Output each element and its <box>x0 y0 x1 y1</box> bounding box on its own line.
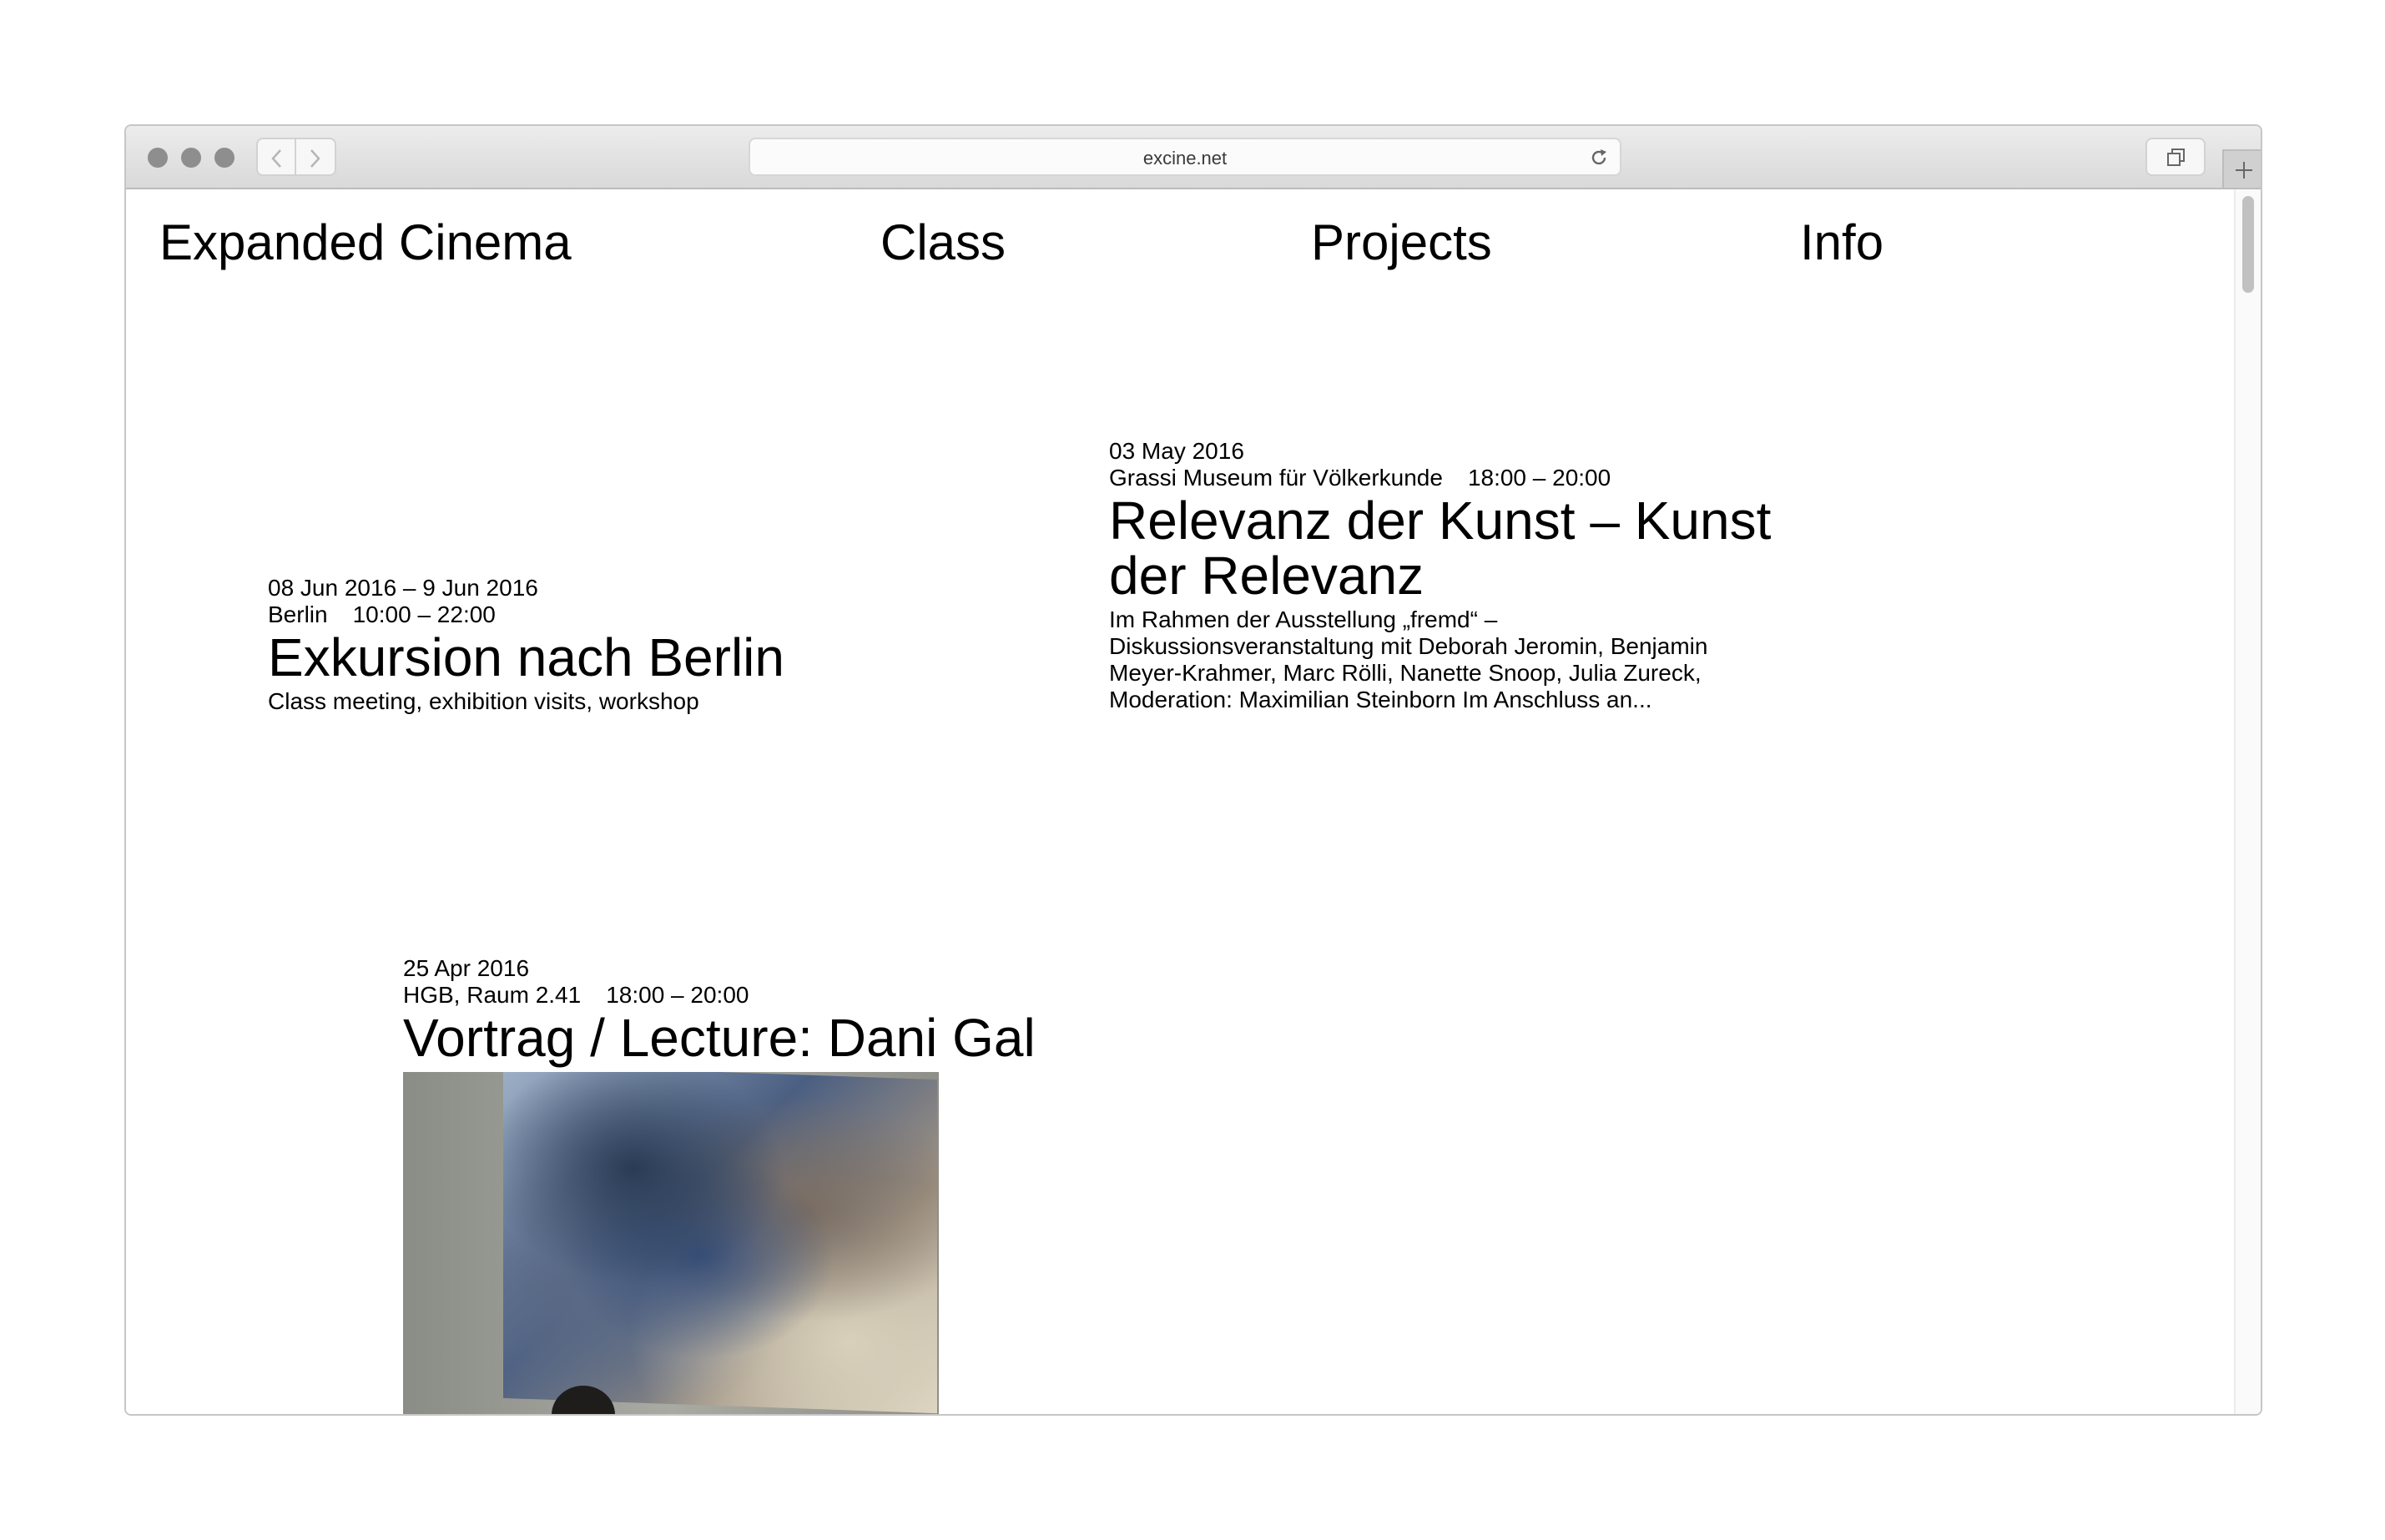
event-description: Class meeting, exhibition visits, worksh… <box>268 688 699 714</box>
event-meta: Berlin 10:00 – 22:00 <box>268 601 1102 628</box>
browser-window: excine.net Expanded Cinema Class Project… <box>124 124 2262 1416</box>
reload-icon[interactable] <box>1588 147 1610 169</box>
tabs-overview-icon <box>2167 148 2185 166</box>
event-photo[interactable] <box>403 1072 939 1414</box>
description-line: Moderation: Maximilian Steinborn Im Ansc… <box>1109 687 1652 712</box>
back-button[interactable] <box>256 138 296 176</box>
event-title[interactable]: Exkursion nach Berlin <box>268 630 1102 685</box>
event-time: 10:00 – 22:00 <box>352 601 496 627</box>
browser-toolbar: excine.net <box>126 126 2261 189</box>
description-line: Diskussionsveranstaltung mit Deborah Jer… <box>1109 633 1708 659</box>
scrollbar-thumb[interactable] <box>2242 196 2254 293</box>
event-date: 03 May 2016 <box>1109 438 1244 464</box>
projection-screen <box>503 1072 937 1414</box>
event-time: 18:00 – 20:00 <box>1467 465 1611 491</box>
event-location: Berlin <box>268 601 328 627</box>
forward-arrow-icon <box>310 149 320 168</box>
page-content: Expanded Cinema Class Projects Info 03 M… <box>126 189 2261 1414</box>
event-meta: Grassi Museum für Völkerkunde 18:00 – 20:… <box>1109 465 1827 491</box>
back-arrow-icon <box>271 149 281 168</box>
event-title[interactable]: Vortrag / Lecture: Dani Gal <box>403 1010 1238 1065</box>
url-text: excine.net <box>1142 148 1228 169</box>
site-title-link[interactable]: Expanded Cinema <box>159 213 572 273</box>
address-bar[interactable]: excine.net <box>749 138 1621 176</box>
event-vortrag[interactable]: 25 Apr 2016 HGB, Raum 2.41 18:00 – 20:00 … <box>403 955 1238 1414</box>
event-date: 08 Jun 2016 – 9 Jun 2016 <box>268 575 538 601</box>
event-meta: HGB, Raum 2.41 18:00 – 20:00 <box>403 982 1238 1009</box>
minimize-window-button[interactable] <box>181 148 201 168</box>
description-line: Im Rahmen der Ausstellung „fremd“ – <box>1109 606 1498 632</box>
nav-class-link[interactable]: Class <box>880 213 1006 273</box>
description-line: Meyer-Krahmer, Marc Rölli, Nanette Snoop… <box>1109 660 1702 686</box>
nav-projects-link[interactable]: Projects <box>1311 213 1492 273</box>
forward-button[interactable] <box>296 138 336 176</box>
event-time: 18:00 – 20:00 <box>606 982 749 1008</box>
event-exkursion[interactable]: 08 Jun 2016 – 9 Jun 2016 Berlin 10:00 – 2… <box>268 575 1102 715</box>
event-location: Grassi Museum für Völkerkunde <box>1109 465 1443 491</box>
tabs-overview-button[interactable] <box>2145 138 2206 176</box>
event-relevanz[interactable]: 03 May 2016 Grassi Museum für Völkerkund… <box>1109 438 1827 713</box>
new-tab-button[interactable] <box>2222 149 2261 188</box>
event-title[interactable]: Relevanz der Kunst – Kunst der Relevanz <box>1109 493 1827 603</box>
close-window-button[interactable] <box>148 148 168 168</box>
nav-info-link[interactable]: Info <box>1800 213 1883 273</box>
zoom-window-button[interactable] <box>214 148 234 168</box>
plus-icon <box>2236 162 2252 179</box>
event-date: 25 Apr 2016 <box>403 955 530 981</box>
event-location: HGB, Raum 2.41 <box>403 982 582 1008</box>
event-description: Im Rahmen der Ausstellung „fremd“ – Disk… <box>1109 606 1827 713</box>
vertical-scrollbar[interactable] <box>2234 189 2261 1414</box>
